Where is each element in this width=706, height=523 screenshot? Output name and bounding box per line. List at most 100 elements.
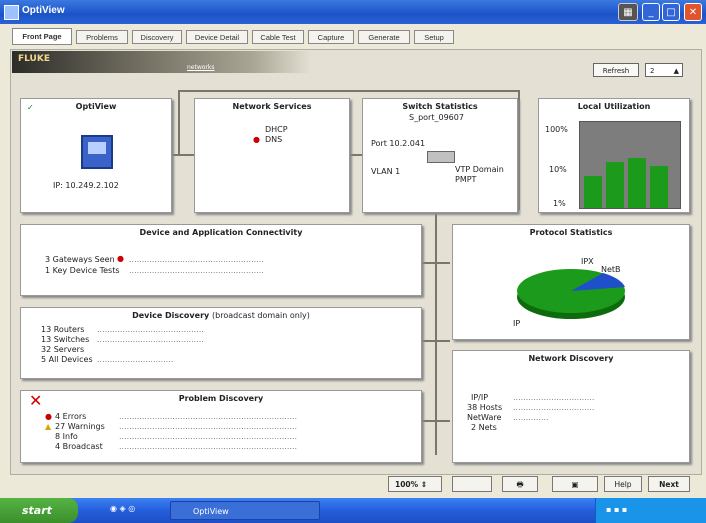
title-bar: OptiView ▦ _ □ ✕ <box>0 0 706 24</box>
problem-discovery-panel[interactable]: ✕ Problem Discovery ● 4 Errors ▲ 27 Warn… <box>20 390 422 463</box>
pie-label: IPX <box>581 257 594 266</box>
save-button[interactable]: ▣ <box>552 476 598 492</box>
hosts-row: 38 Hosts <box>467 403 503 412</box>
dns-item: DNS <box>265 135 283 144</box>
optiview-panel[interactable]: ✓ OptiView IP: 10.249.2.102 <box>20 98 172 213</box>
key-device-row[interactable]: 1 Key Device Tests <box>45 266 120 275</box>
alert-dot-icon: ● <box>117 254 124 263</box>
warning-icon: ▲ <box>45 422 52 431</box>
print-button[interactable]: 🖶 <box>502 476 538 492</box>
connector-line <box>518 90 520 210</box>
next-button[interactable]: Next <box>648 476 690 492</box>
dhcp-item: DHCP <box>265 125 288 134</box>
network-services-title: Network Services <box>232 102 312 111</box>
pie-label: IP <box>513 319 521 328</box>
printer-icon: 🖶 <box>516 480 524 489</box>
connectivity-panel[interactable]: Device and Application Connectivity 3 Ga… <box>20 224 422 296</box>
fluke-logo: FLUKE <box>18 54 50 64</box>
optiview-panel-title: OptiView <box>75 102 117 111</box>
device-discovery-panel[interactable]: Device Discovery (broadcast domain only)… <box>20 307 422 379</box>
connector-line <box>420 420 450 422</box>
connector-line <box>420 262 450 264</box>
network-discovery-panel[interactable]: Network Discovery IP/IP 38 Hosts NetWare… <box>452 350 690 463</box>
local-utilization-title: Local Utilization <box>577 102 651 111</box>
device-discovery-title: Device Discovery (broadcast domain only) <box>132 311 310 320</box>
servers-row[interactable]: 32 Servers <box>41 345 84 354</box>
error-icon: ● <box>45 412 52 421</box>
utilization-chart <box>579 121 681 209</box>
disk-icon: ▣ <box>571 480 579 489</box>
nets-row: 2 Nets <box>471 423 497 432</box>
network-icon[interactable]: ▦ <box>618 3 638 21</box>
netware-row: NetWare <box>467 413 502 422</box>
windows-taskbar: start ◉ ◈ ◎ OptiView ▪ ▪ ▪ <box>0 498 706 523</box>
utilization-bar <box>584 176 602 208</box>
utilization-bar <box>650 166 668 208</box>
all-devices-row[interactable]: 5 All Devices <box>41 355 93 364</box>
start-button[interactable]: start <box>0 498 78 523</box>
window-title: OptiView <box>22 5 65 16</box>
minimize-button[interactable]: _ <box>642 3 660 21</box>
disabled-button[interactable] <box>452 476 492 492</box>
optiview-window: OptiView ▦ _ □ ✕ Front Page Problems Dis… <box>0 0 706 523</box>
vtp-domain-value: PMPT <box>455 175 477 184</box>
util-tick: 10% <box>549 165 567 174</box>
switch-icon <box>427 151 455 163</box>
close-icon[interactable]: ✕ <box>684 3 702 21</box>
zoom-select[interactable]: 100% ⇕ <box>388 476 442 492</box>
taskbar-optiview-button[interactable]: OptiView <box>170 501 320 520</box>
connector-line <box>420 340 450 342</box>
switch-vlan: VLAN 1 <box>371 167 401 176</box>
switches-row[interactable]: 13 Switches <box>41 335 89 344</box>
spinner-arrows-icon: ▲ <box>673 67 679 75</box>
tab-device-detail[interactable]: Device Detail <box>186 30 248 44</box>
optiview-device-icon <box>81 135 113 169</box>
connector-line <box>178 90 180 156</box>
info-row[interactable]: 8 Info <box>55 432 78 441</box>
brand-header: FLUKE networks <box>12 51 312 73</box>
gateways-row[interactable]: 3 Gateways Seen <box>45 255 115 264</box>
system-tray: ▪ ▪ ▪ <box>595 498 706 523</box>
zoom-arrows-icon: ⇕ <box>420 480 428 489</box>
protocol-statistics-panel[interactable]: Protocol Statistics IPX NetB IP <box>452 224 690 340</box>
refresh-interval-spinner[interactable]: 2 ▲ <box>645 63 683 77</box>
problem-discovery-title: Problem Discovery <box>178 394 264 403</box>
local-utilization-panel[interactable]: Local Utilization 100% 10% 1% <box>538 98 690 213</box>
network-discovery-title: Network Discovery <box>528 354 614 363</box>
utilization-bar <box>628 158 646 208</box>
tab-generate[interactable]: Generate <box>358 30 410 44</box>
quick-launch-icons[interactable]: ◉ ◈ ◎ <box>110 504 135 513</box>
networks-link[interactable]: networks <box>187 64 215 71</box>
protocol-statistics-title: Protocol Statistics <box>529 228 613 237</box>
vtp-domain-label: VTP Domain <box>455 165 504 174</box>
ipip-row: IP/IP <box>471 393 489 402</box>
optiview-ip: IP: 10.249.2.102 <box>53 181 119 190</box>
protocol-pie-chart <box>517 269 625 319</box>
switch-statistics-panel[interactable]: Switch Statistics S_port_09607 Port 10.2… <box>362 98 518 213</box>
tab-discovery[interactable]: Discovery <box>132 30 182 44</box>
refresh-interval-value: 2 <box>650 67 655 75</box>
maximize-button[interactable]: □ <box>662 3 680 21</box>
utilization-bar <box>606 162 624 208</box>
tab-cable-test[interactable]: Cable Test <box>252 30 304 44</box>
zoom-value: 100% <box>395 480 419 489</box>
tab-setup[interactable]: Setup <box>414 30 454 44</box>
tab-problems[interactable]: Problems <box>76 30 128 44</box>
switch-name: S_port_09607 <box>409 113 464 122</box>
connector-line <box>178 90 518 92</box>
refresh-button[interactable]: Refresh <box>593 63 639 77</box>
routers-row[interactable]: 13 Routers <box>41 325 84 334</box>
start-label: start <box>22 504 52 517</box>
connectivity-title: Device and Application Connectivity <box>139 228 303 237</box>
broadcast-row[interactable]: 4 Broadcast <box>55 442 103 451</box>
alert-dot-icon: ● <box>253 135 260 144</box>
app-icon <box>4 5 19 20</box>
tab-bar: Front Page Problems Discovery Device Det… <box>0 26 706 46</box>
tab-capture[interactable]: Capture <box>308 30 354 44</box>
errors-row[interactable]: 4 Errors <box>55 412 86 421</box>
tray-icons[interactable]: ▪ ▪ ▪ <box>606 505 627 514</box>
warnings-row[interactable]: 27 Warnings <box>55 422 105 431</box>
help-button[interactable]: Help <box>604 476 642 492</box>
network-services-panel[interactable]: Network Services DHCP ● DNS <box>194 98 350 213</box>
tab-front-page[interactable]: Front Page <box>12 28 72 45</box>
